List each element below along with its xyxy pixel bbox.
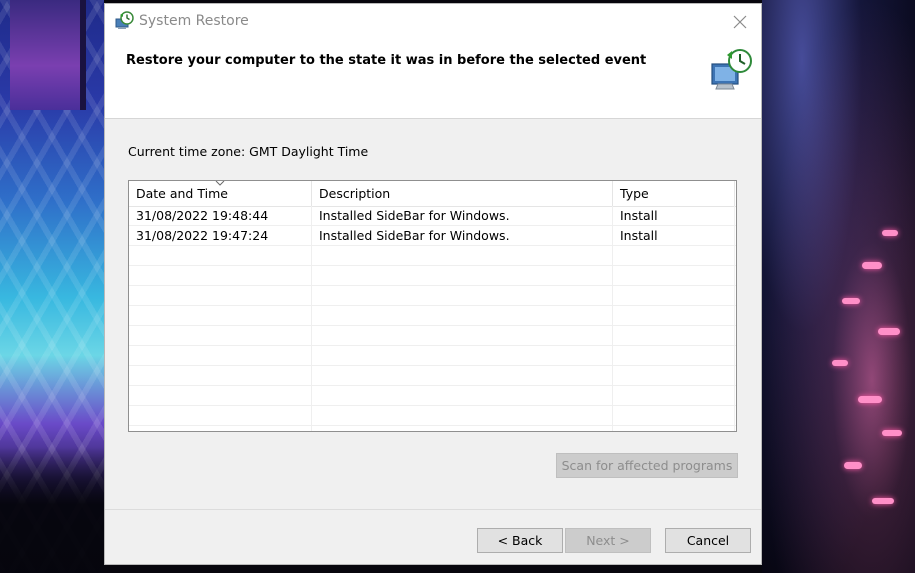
back-button[interactable]: < Back: [477, 528, 563, 553]
empty-row: [129, 346, 736, 366]
next-button[interactable]: Next >: [565, 528, 651, 553]
list-rows: 31/08/2022 19:48:44 Installed SideBar fo…: [129, 206, 736, 431]
empty-row: [129, 426, 736, 431]
firework-spark: [882, 230, 898, 236]
cancel-button[interactable]: Cancel: [665, 528, 751, 553]
table-row[interactable]: 31/08/2022 19:48:44 Installed SideBar fo…: [129, 206, 736, 226]
sort-descending-icon: [215, 181, 225, 186]
firework-spark: [858, 396, 882, 403]
close-button[interactable]: [719, 4, 761, 40]
list-header: Date and Time Description Type: [129, 181, 736, 207]
cell-date: 31/08/2022 19:48:44: [129, 206, 312, 225]
desktop-wallpaper-right: [762, 0, 915, 573]
empty-row: [129, 366, 736, 386]
window-title: System Restore: [139, 13, 249, 29]
column-header-type-label: Type: [620, 186, 649, 201]
header-instruction: Restore your computer to the state it wa…: [126, 53, 647, 68]
timezone-label: Current time zone: GMT Daylight Time: [128, 144, 369, 159]
system-restore-icon: [115, 11, 134, 29]
empty-row: [129, 286, 736, 306]
column-header-date[interactable]: Date and Time: [129, 181, 312, 206]
empty-row: [129, 306, 736, 326]
cell-type: Install: [613, 206, 735, 225]
title-bar[interactable]: System Restore: [105, 4, 761, 40]
scan-affected-programs-button[interactable]: Scan for affected programs: [556, 453, 738, 478]
firework-spark: [862, 262, 882, 269]
dialog-header: Restore your computer to the state it wa…: [105, 40, 761, 119]
cell-date: 31/08/2022 19:47:24: [129, 226, 312, 245]
restore-points-list[interactable]: Date and Time Description Type 31/08/202…: [128, 180, 737, 432]
desktop-wallpaper-left: [0, 0, 104, 573]
firework-spark: [844, 462, 862, 469]
column-header-date-label: Date and Time: [136, 186, 228, 201]
empty-row: [129, 246, 736, 266]
table-row[interactable]: 31/08/2022 19:47:24 Installed SideBar fo…: [129, 226, 736, 246]
column-header-type[interactable]: Type: [613, 181, 735, 206]
empty-row: [129, 266, 736, 286]
empty-row: [129, 326, 736, 346]
firework-spark: [872, 498, 894, 504]
footer-divider: [105, 509, 761, 510]
close-icon: [733, 15, 747, 29]
cell-description: Installed SideBar for Windows.: [312, 226, 613, 245]
firework-spark: [832, 360, 848, 366]
system-restore-dialog: System Restore Restore your computer to …: [104, 3, 762, 565]
cell-type: Install: [613, 226, 735, 245]
computer-restore-icon: [711, 49, 752, 90]
empty-row: [129, 406, 736, 426]
empty-row: [129, 386, 736, 406]
column-header-description-label: Description: [319, 186, 391, 201]
firework-spark: [842, 298, 860, 304]
cell-description: Installed SideBar for Windows.: [312, 206, 613, 225]
column-header-description[interactable]: Description: [312, 181, 613, 206]
firework-spark: [882, 430, 902, 436]
wallpaper-tower: [10, 0, 86, 110]
firework-spark: [878, 328, 900, 335]
